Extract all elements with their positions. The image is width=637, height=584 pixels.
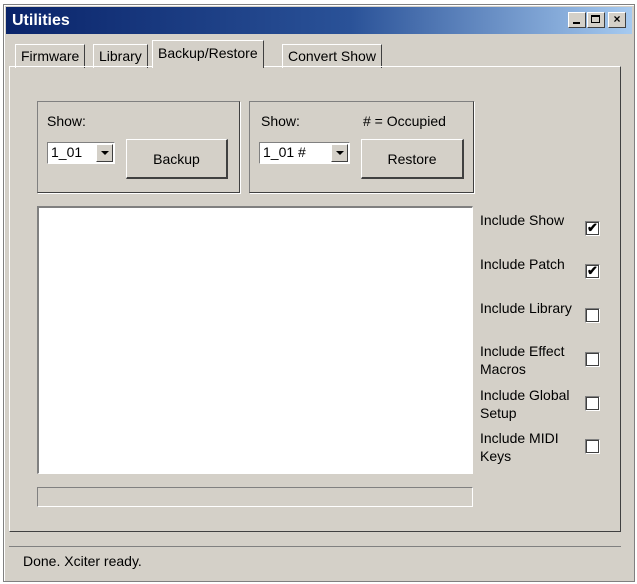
restore-show-select[interactable]: 1_01 # xyxy=(259,142,350,164)
tab-backup-restore[interactable]: Backup/Restore xyxy=(152,40,264,68)
include-global-setup-checkbox[interactable] xyxy=(585,396,600,411)
tab-library[interactable]: Library xyxy=(93,44,148,68)
restore-show-label: Show: xyxy=(261,113,300,129)
include-library-checkbox[interactable] xyxy=(585,308,600,323)
maximize-icon xyxy=(591,15,600,23)
tab-label: Backup/Restore xyxy=(158,45,258,61)
restore-show-value: 1_01 # xyxy=(263,144,306,160)
include-midi-keys-checkbox[interactable] xyxy=(585,439,600,454)
progress-bar xyxy=(37,487,473,507)
backup-show-select[interactable]: 1_01 xyxy=(47,142,115,164)
restore-group: Show: # = Occupied 1_01 # Restore xyxy=(249,101,474,193)
tab-label: Convert Show xyxy=(288,48,376,64)
minimize-button[interactable] xyxy=(568,12,586,28)
restore-button[interactable]: Restore xyxy=(361,139,464,179)
include-midi-keys-label: Include MIDI Keys xyxy=(480,430,559,464)
include-effect-macros-checkbox[interactable] xyxy=(585,352,600,367)
occupied-legend: # = Occupied xyxy=(363,113,446,129)
backup-group: Show: 1_01 Backup xyxy=(37,101,240,193)
tab-label: Firmware xyxy=(21,48,80,64)
include-show-label: Include Show xyxy=(480,212,565,228)
tab-convert-show[interactable]: Convert Show xyxy=(282,44,382,68)
include-global-setup-label: Include Global Setup xyxy=(480,387,570,421)
maximize-button[interactable] xyxy=(587,12,605,28)
show-list[interactable] xyxy=(37,206,473,474)
backup-button[interactable]: Backup xyxy=(126,139,228,179)
backup-show-value: 1_01 xyxy=(51,144,83,160)
include-library-label: Include Library xyxy=(480,300,572,316)
window-title: Utilities xyxy=(12,12,70,29)
chevron-down-icon[interactable] xyxy=(96,144,113,162)
title-bar[interactable]: Utilities × xyxy=(6,7,632,34)
close-button[interactable]: × xyxy=(608,12,626,28)
tab-label: Library xyxy=(99,48,142,64)
tab-firmware[interactable]: Firmware xyxy=(15,44,86,68)
include-show-checkbox[interactable]: ✔ xyxy=(585,221,600,236)
minimize-icon xyxy=(573,22,580,24)
include-patch-label: Include Patch xyxy=(480,256,565,272)
status-text: Done. Xciter ready. xyxy=(23,553,142,569)
include-effect-macros-label: Include Effect Macros xyxy=(480,343,565,377)
backup-show-label: Show: xyxy=(47,113,86,129)
chevron-down-icon[interactable] xyxy=(331,144,348,162)
close-icon: × xyxy=(613,12,621,26)
include-patch-checkbox[interactable]: ✔ xyxy=(585,264,600,279)
backup-button-label: Backup xyxy=(153,151,200,167)
status-bar: Done. Xciter ready. xyxy=(9,546,621,575)
restore-button-label: Restore xyxy=(387,151,437,167)
